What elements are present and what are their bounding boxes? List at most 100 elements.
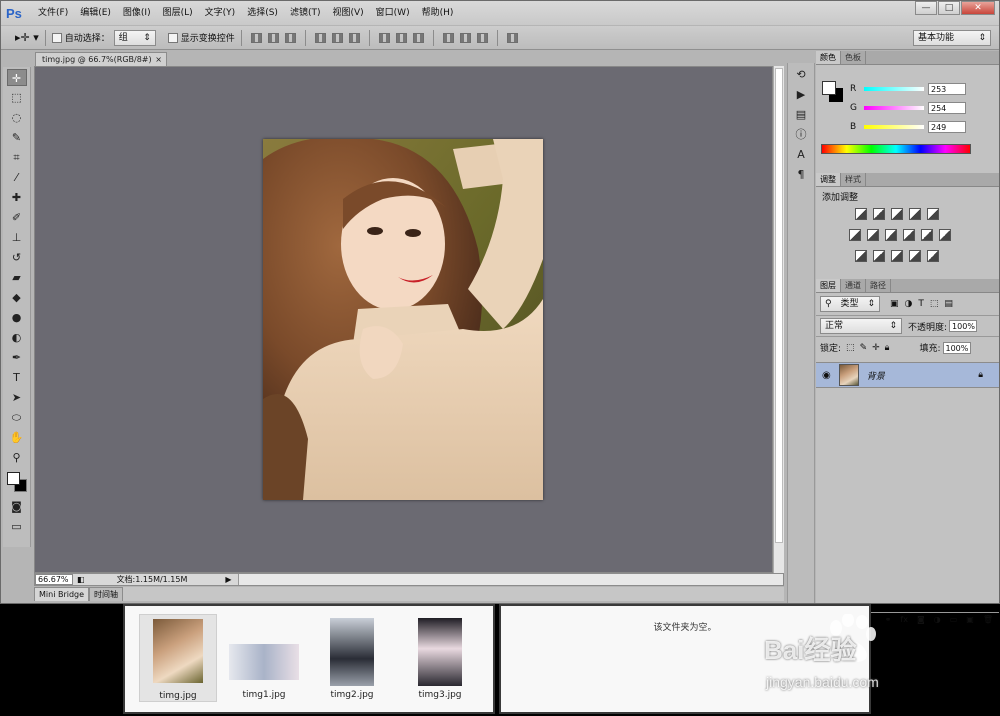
fill-value[interactable]: 100% [942, 341, 971, 354]
auto-align-icon[interactable] [506, 32, 518, 43]
status-arrow-icon[interactable]: ▶ [225, 575, 231, 584]
color-lookup-icon[interactable] [939, 229, 951, 241]
tab-timeline[interactable]: 时间轴 [89, 587, 124, 601]
status-info-icon[interactable]: ◧ [77, 575, 85, 584]
minimize-button[interactable]: — [915, 1, 937, 15]
selective-color-icon[interactable] [927, 250, 939, 262]
close-tab-icon[interactable]: × [155, 53, 162, 66]
pen-tool-icon[interactable]: ✒ [7, 349, 27, 366]
screen-mode-icon[interactable]: ▭ [7, 518, 27, 535]
zoom-tool-icon[interactable]: ⚲ [7, 449, 27, 466]
filter-pixel-icon[interactable]: ▣ [890, 299, 899, 309]
distribute-bottom-icon[interactable] [412, 32, 424, 43]
align-right-icon[interactable] [348, 32, 360, 43]
hand-tool-icon[interactable]: ✋ [7, 429, 27, 446]
lasso-tool-icon[interactable]: ◌ [7, 109, 27, 126]
crop-tool-icon[interactable]: ⌗ [7, 149, 27, 166]
menu-image[interactable]: 图像(I) [117, 4, 157, 22]
layer-name[interactable]: 背景 [867, 369, 885, 382]
scrollbar-thumb[interactable] [775, 68, 783, 543]
document-tab[interactable]: timg.jpg @ 66.7%(RGB/8#) × [35, 52, 167, 66]
posterize-icon[interactable] [873, 250, 885, 262]
paint-bucket-tool-icon[interactable]: ◆ [7, 289, 27, 306]
photo-filter-icon[interactable] [903, 229, 915, 241]
info-panel-icon[interactable]: ⓘ [791, 127, 811, 143]
filter-type-icon[interactable]: T [918, 299, 924, 309]
properties-panel-icon[interactable]: ▤ [791, 107, 811, 123]
distribute-hcenter-icon[interactable] [459, 32, 471, 43]
marquee-tool-icon[interactable]: ⬚ [7, 89, 27, 106]
lock-position-icon[interactable]: ✛ [872, 343, 880, 353]
gradient-map-icon[interactable] [909, 250, 921, 262]
type-tool-icon[interactable]: T [7, 369, 27, 386]
file-thumb-timg3[interactable]: timg3.jpg [401, 614, 479, 702]
menu-filter[interactable]: 滤镜(T) [284, 4, 327, 22]
r-slider[interactable] [864, 87, 924, 91]
close-button[interactable]: ✕ [961, 1, 995, 15]
curves-icon[interactable] [891, 208, 903, 220]
layer-filter-dropdown[interactable]: ⚲ 类型 ⇕ [820, 296, 880, 312]
lock-pixels-icon[interactable]: ✎ [860, 343, 868, 353]
menu-file[interactable]: 文件(F) [32, 4, 74, 22]
file-thumb-timg1[interactable]: timg1.jpg [225, 614, 303, 702]
tab-adjustments[interactable]: 调整 [816, 173, 841, 186]
lock-transparent-icon[interactable]: ⬚ [846, 343, 855, 353]
tab-paths[interactable]: 路径 [866, 279, 891, 292]
move-tool-preset-icon[interactable]: ▸✛ ▾ [15, 31, 39, 44]
vibrance-icon[interactable] [927, 208, 939, 220]
color-fg-bg-icon[interactable] [822, 81, 844, 103]
workspace-dropdown[interactable]: 基本功能 ⇕ [913, 29, 991, 46]
zoom-field[interactable]: 66.67% [35, 574, 73, 585]
paragraph-panel-icon[interactable]: ¶ [791, 167, 811, 183]
b-value[interactable]: 249 [928, 121, 966, 133]
auto-select-dropdown[interactable]: 组 ⇕ [113, 29, 156, 46]
exposure-icon[interactable] [909, 208, 921, 220]
hue-saturation-icon[interactable] [849, 229, 861, 241]
file-thumb-timg[interactable]: timg.jpg [139, 614, 217, 702]
tab-color[interactable]: 颜色 [816, 51, 841, 64]
eyedropper-tool-icon[interactable]: ⁄ [7, 169, 27, 186]
distribute-top-icon[interactable] [378, 32, 390, 43]
align-vcenter-icon[interactable] [267, 32, 279, 43]
history-brush-tool-icon[interactable]: ↺ [7, 249, 27, 266]
quick-select-tool-icon[interactable]: ✎ [7, 129, 27, 146]
history-panel-icon[interactable]: ⟲ [791, 67, 811, 83]
align-hcenter-icon[interactable] [331, 32, 343, 43]
brightness-icon[interactable] [855, 208, 867, 220]
filter-smart-icon[interactable]: ▤ [944, 299, 953, 309]
distribute-right-icon[interactable] [476, 32, 488, 43]
quick-mask-icon[interactable]: ◙ [7, 498, 27, 515]
threshold-icon[interactable] [891, 250, 903, 262]
blend-mode-dropdown[interactable]: 正常 ⇕ [820, 318, 902, 334]
blur-tool-icon[interactable]: ● [7, 309, 27, 326]
color-balance-icon[interactable] [867, 229, 879, 241]
dodge-tool-icon[interactable]: ◐ [7, 329, 27, 346]
levels-icon[interactable] [873, 208, 885, 220]
delete-layer-icon[interactable]: 🗑︎ [983, 615, 993, 624]
tab-styles[interactable]: 样式 [841, 173, 866, 186]
filter-adjust-icon[interactable]: ◑ [905, 299, 913, 309]
menu-edit[interactable]: 编辑(E) [74, 4, 117, 22]
channel-mixer-icon[interactable] [921, 229, 933, 241]
color-swatches[interactable] [5, 470, 29, 494]
path-select-tool-icon[interactable]: ➤ [7, 389, 27, 406]
character-panel-icon[interactable]: A [791, 147, 811, 163]
shape-tool-icon[interactable]: ⬭ [7, 409, 27, 426]
r-value[interactable]: 253 [928, 83, 966, 95]
menu-help[interactable]: 帮助(H) [416, 4, 460, 22]
tab-swatches[interactable]: 色板 [841, 51, 866, 64]
menu-type[interactable]: 文字(Y) [199, 4, 242, 22]
clone-stamp-tool-icon[interactable]: ⊥ [7, 229, 27, 246]
file-thumb-timg2[interactable]: timg2.jpg [313, 614, 391, 702]
move-tool-icon[interactable]: ✛ [6, 69, 27, 86]
document-image[interactable] [263, 139, 543, 500]
healing-brush-tool-icon[interactable]: ✚ [7, 189, 27, 206]
foreground-color-swatch[interactable] [6, 472, 20, 485]
layer-row-background[interactable]: ◉ 背景 🔒︎ [816, 362, 999, 388]
menu-select[interactable]: 选择(S) [241, 4, 284, 22]
align-top-icon[interactable] [250, 32, 262, 43]
brush-tool-icon[interactable]: ✐ [7, 209, 27, 226]
g-value[interactable]: 254 [928, 102, 966, 114]
invert-icon[interactable] [855, 250, 867, 262]
tab-channels[interactable]: 通道 [841, 279, 866, 292]
